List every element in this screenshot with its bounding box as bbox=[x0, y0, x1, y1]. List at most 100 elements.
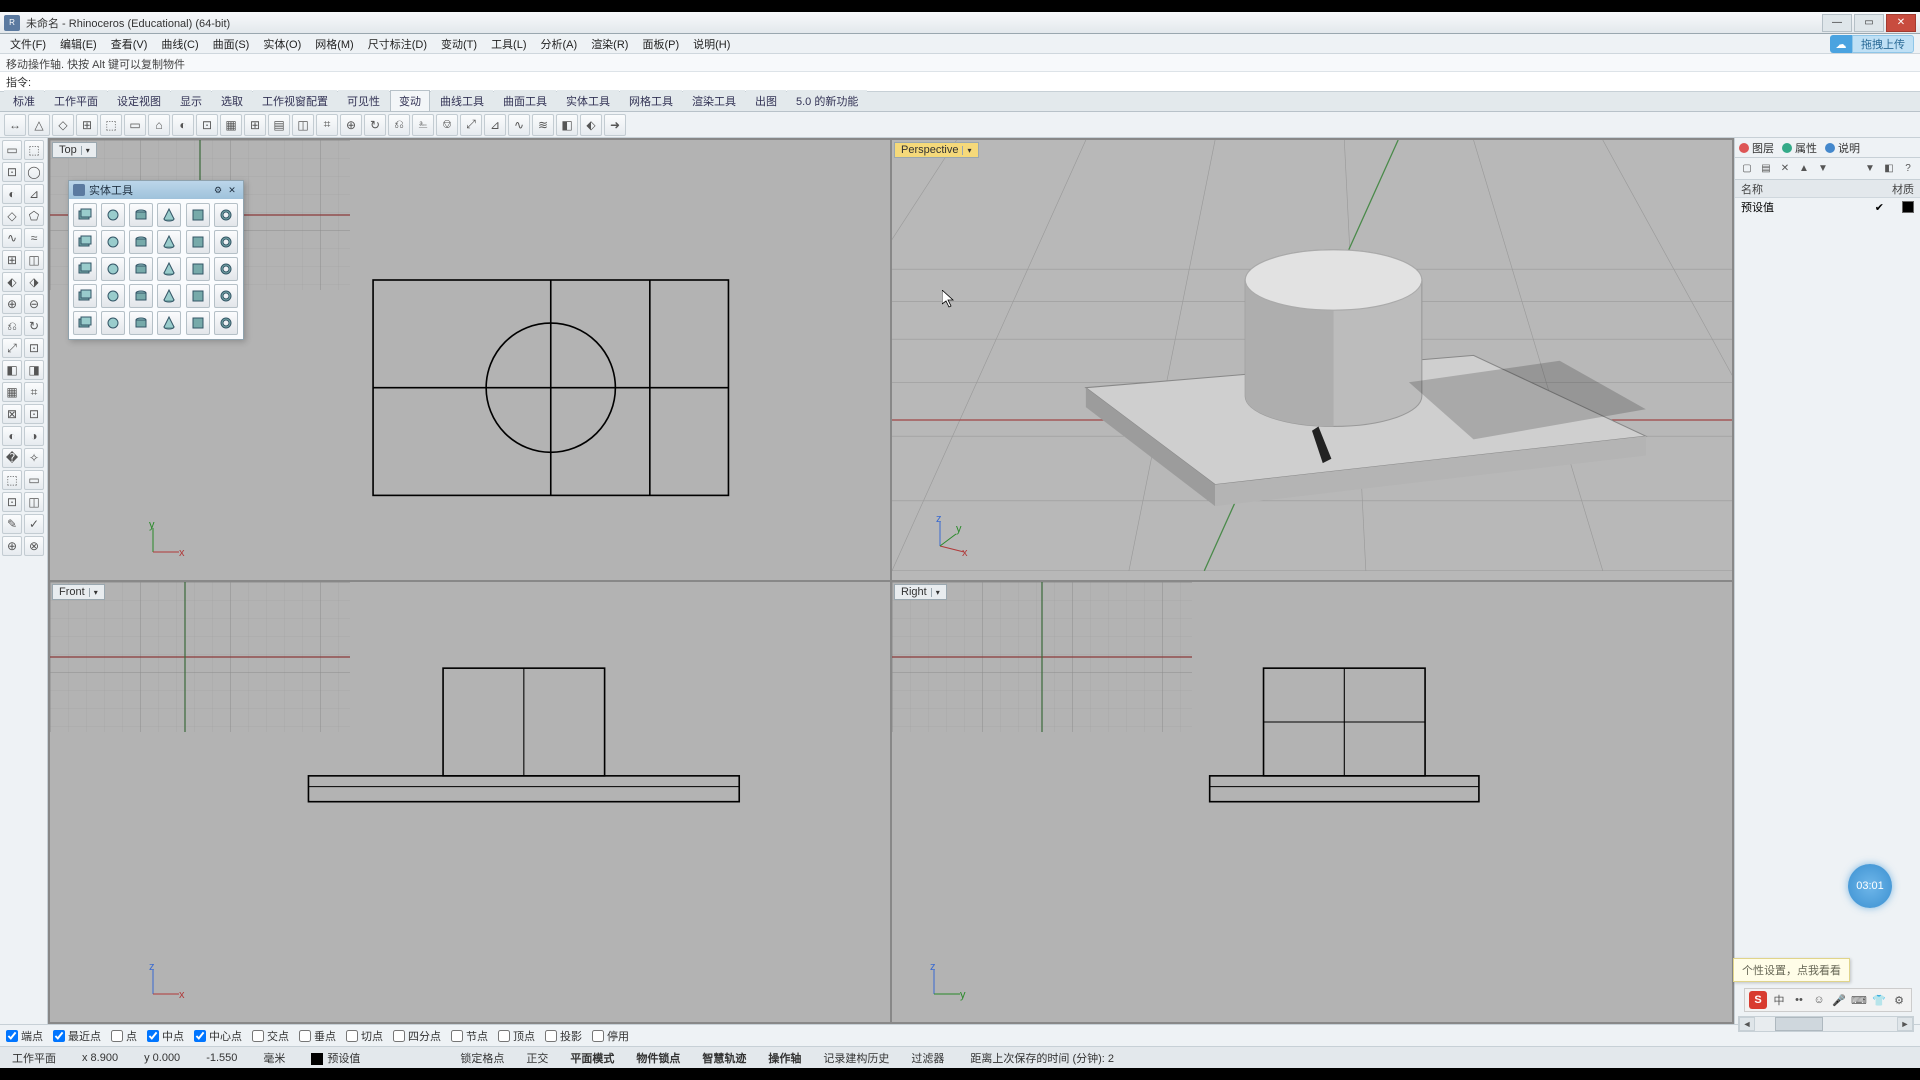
solid-tool-button[interactable] bbox=[214, 284, 238, 308]
solid-tool-button[interactable] bbox=[214, 203, 238, 227]
toolbar-button[interactable]: ⊞ bbox=[244, 114, 266, 136]
side-tool-button[interactable]: ⊞ bbox=[2, 250, 22, 270]
toolbar-button[interactable]: △ bbox=[28, 114, 50, 136]
side-tool-button[interactable]: ⊕ bbox=[2, 294, 22, 314]
side-tool-button[interactable]: ⎌ bbox=[2, 316, 22, 336]
viewport-menu-dropdown[interactable]: ▾ bbox=[89, 588, 98, 597]
toolbar-button[interactable]: ⌗ bbox=[316, 114, 338, 136]
side-tool-button[interactable]: ⊡ bbox=[24, 404, 44, 424]
tools-icon[interactable]: ◧ bbox=[1881, 161, 1897, 177]
delete-layer-icon[interactable]: ✕ bbox=[1777, 161, 1793, 177]
side-tool-button[interactable]: ✧ bbox=[24, 448, 44, 468]
viewport-front[interactable]: zx Front▾ bbox=[50, 582, 890, 1022]
command-line[interactable]: 指令: bbox=[0, 72, 1920, 92]
osnap-toggle[interactable]: 交点 bbox=[252, 1028, 289, 1044]
side-tool-button[interactable]: ⤢ bbox=[2, 338, 22, 358]
solid-tool-button[interactable] bbox=[157, 311, 181, 335]
timer-badge[interactable]: 03:01 bbox=[1848, 864, 1892, 908]
side-tool-button[interactable]: ▭ bbox=[2, 140, 22, 160]
toolbar-button[interactable]: ▤ bbox=[268, 114, 290, 136]
solid-tool-button[interactable] bbox=[186, 257, 210, 281]
solid-tool-button[interactable] bbox=[157, 257, 181, 281]
right-panel-hscroll[interactable]: ◄ ► bbox=[1738, 1016, 1914, 1032]
side-tool-button[interactable]: ⊠ bbox=[2, 404, 22, 424]
layer-visible-check[interactable]: ✔ bbox=[1875, 201, 1884, 214]
side-tool-button[interactable]: ◐ bbox=[2, 426, 22, 446]
toolbar-tab[interactable]: 5.0 的新功能 bbox=[787, 90, 867, 111]
toolbar-tab[interactable]: 标准 bbox=[4, 90, 44, 111]
panel-tab[interactable]: 图层 bbox=[1739, 140, 1774, 156]
toolbar-button[interactable]: ∿ bbox=[508, 114, 530, 136]
solid-tool-button[interactable] bbox=[186, 203, 210, 227]
side-tool-button[interactable]: ≈ bbox=[24, 228, 44, 248]
menu-item[interactable]: 网格(M) bbox=[309, 34, 360, 54]
side-tool-button[interactable]: ◐ bbox=[2, 184, 22, 204]
toolbar-tab[interactable]: 实体工具 bbox=[557, 90, 619, 111]
status-cplane[interactable]: 工作平面 bbox=[6, 1048, 62, 1068]
side-tool-button[interactable]: � bbox=[2, 448, 22, 468]
toolbar-tab[interactable]: 变动 bbox=[390, 90, 430, 111]
side-tool-button[interactable]: ∿ bbox=[2, 228, 22, 248]
osnap-toggle[interactable]: 垂点 bbox=[299, 1028, 336, 1044]
toolbar-button[interactable]: ↔ bbox=[4, 114, 26, 136]
viewport-title-front[interactable]: Front▾ bbox=[52, 584, 105, 600]
filter-icon[interactable]: ▼ bbox=[1862, 161, 1878, 177]
toolbar-tab[interactable]: 工作平面 bbox=[45, 90, 107, 111]
solid-tool-button[interactable] bbox=[186, 230, 210, 254]
toolbar-button[interactable]: ▦ bbox=[220, 114, 242, 136]
toolbar-tab[interactable]: 网格工具 bbox=[620, 90, 682, 111]
panel-tab[interactable]: 说明 bbox=[1825, 140, 1860, 156]
solid-tool-button[interactable] bbox=[101, 311, 125, 335]
side-tool-button[interactable]: ◫ bbox=[24, 492, 44, 512]
toolbar-tab[interactable]: 曲线工具 bbox=[431, 90, 493, 111]
viewport-menu-dropdown[interactable]: ▾ bbox=[931, 588, 940, 597]
layer-color-swatch[interactable] bbox=[1902, 201, 1914, 213]
scroll-thumb[interactable] bbox=[1775, 1017, 1823, 1031]
menu-item[interactable]: 查看(V) bbox=[105, 34, 154, 54]
menu-item[interactable]: 曲面(S) bbox=[207, 34, 256, 54]
menu-item[interactable]: 曲线(C) bbox=[155, 34, 204, 54]
osnap-toggle[interactable]: 投影 bbox=[545, 1028, 582, 1044]
solid-tool-button[interactable] bbox=[101, 257, 125, 281]
solid-tool-button[interactable] bbox=[73, 284, 97, 308]
osnap-toggle[interactable]: 节点 bbox=[451, 1028, 488, 1044]
toolbar-button[interactable]: ↻ bbox=[364, 114, 386, 136]
solid-tool-button[interactable] bbox=[129, 284, 153, 308]
solid-tool-button[interactable] bbox=[101, 230, 125, 254]
solid-tool-button[interactable] bbox=[214, 311, 238, 335]
toolbar-tab[interactable]: 工作视窗配置 bbox=[253, 90, 337, 111]
side-tool-button[interactable]: ⊖ bbox=[24, 294, 44, 314]
ime-voice-icon[interactable]: 🎤 bbox=[1831, 992, 1847, 1008]
side-tool-button[interactable]: ◨ bbox=[24, 360, 44, 380]
viewport-top[interactable]: yx Top▾ 实体工具 ⚙ ✕ bbox=[50, 140, 890, 580]
osnap-toggle[interactable]: 中点 bbox=[147, 1028, 184, 1044]
solid-tool-button[interactable] bbox=[186, 311, 210, 335]
side-tool-button[interactable]: ⊡ bbox=[2, 162, 22, 182]
panel-tab[interactable]: 属性 bbox=[1782, 140, 1817, 156]
palette-close-icon[interactable]: ✕ bbox=[225, 183, 239, 197]
toolbar-button[interactable]: ⤢ bbox=[460, 114, 482, 136]
osnap-toggle[interactable]: 最近点 bbox=[53, 1028, 101, 1044]
osnap-toggle[interactable]: 顶点 bbox=[498, 1028, 535, 1044]
side-tool-button[interactable]: ◫ bbox=[24, 250, 44, 270]
ime-lang-icon[interactable]: 中 bbox=[1771, 992, 1787, 1008]
ime-punct-icon[interactable]: •• bbox=[1791, 992, 1807, 1008]
status-layer[interactable]: 预设值 bbox=[305, 1048, 366, 1068]
toolbar-button[interactable]: ▭ bbox=[124, 114, 146, 136]
solid-tool-button[interactable] bbox=[157, 203, 181, 227]
toolbar-tab[interactable]: 出图 bbox=[746, 90, 786, 111]
status-toggle[interactable]: 平面模式 bbox=[564, 1048, 620, 1068]
solid-tool-button[interactable] bbox=[101, 203, 125, 227]
side-tool-button[interactable]: ⊗ bbox=[24, 536, 44, 556]
osnap-toggle[interactable]: 切点 bbox=[346, 1028, 383, 1044]
solid-tool-button[interactable] bbox=[129, 257, 153, 281]
move-down-icon[interactable]: ▼ bbox=[1815, 161, 1831, 177]
menu-item[interactable]: 文件(F) bbox=[4, 34, 52, 54]
toolbar-button[interactable]: ⎌ bbox=[388, 114, 410, 136]
side-tool-button[interactable]: ⬚ bbox=[24, 140, 44, 160]
palette-header[interactable]: 实体工具 ⚙ ✕ bbox=[69, 181, 243, 199]
solid-tool-button[interactable] bbox=[214, 230, 238, 254]
viewport-right[interactable]: zy Right▾ bbox=[892, 582, 1732, 1022]
side-tool-button[interactable]: ✓ bbox=[24, 514, 44, 534]
menu-item[interactable]: 实体(O) bbox=[257, 34, 307, 54]
